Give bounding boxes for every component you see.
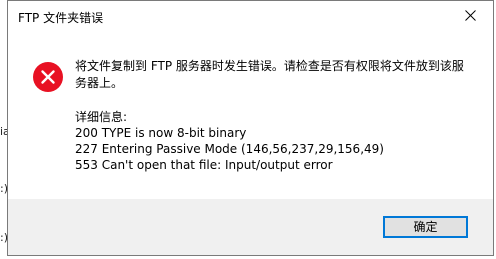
details-heading: 详细信息: xyxy=(75,110,128,124)
details-line: 200 TYPE is now 8-bit binary xyxy=(75,126,247,140)
error-icon xyxy=(33,62,63,92)
details-line: 553 Can't open that file: Input/output e… xyxy=(75,158,333,172)
ok-button[interactable]: 确定 xyxy=(383,216,468,238)
ftp-error-dialog: FTP 文件夹错误 将文件复制到 FTP 服务器时发生错误。请检查是否有权限将文… xyxy=(7,0,494,256)
error-details: 详细信息: 200 TYPE is now 8-bit binary 227 E… xyxy=(75,109,384,173)
close-icon xyxy=(465,10,476,21)
title-bar[interactable]: FTP 文件夹错误 xyxy=(8,1,493,32)
button-bar: 确定 xyxy=(8,199,493,255)
details-line: 227 Entering Passive Mode (146,56,237,29… xyxy=(75,142,384,156)
dialog-title: FTP 文件夹错误 xyxy=(18,11,104,25)
error-message: 将文件复制到 FTP 服务器时发生错误。请检查是否有权限将文件放到该服务器上。 xyxy=(75,59,464,90)
close-button[interactable] xyxy=(449,1,493,31)
